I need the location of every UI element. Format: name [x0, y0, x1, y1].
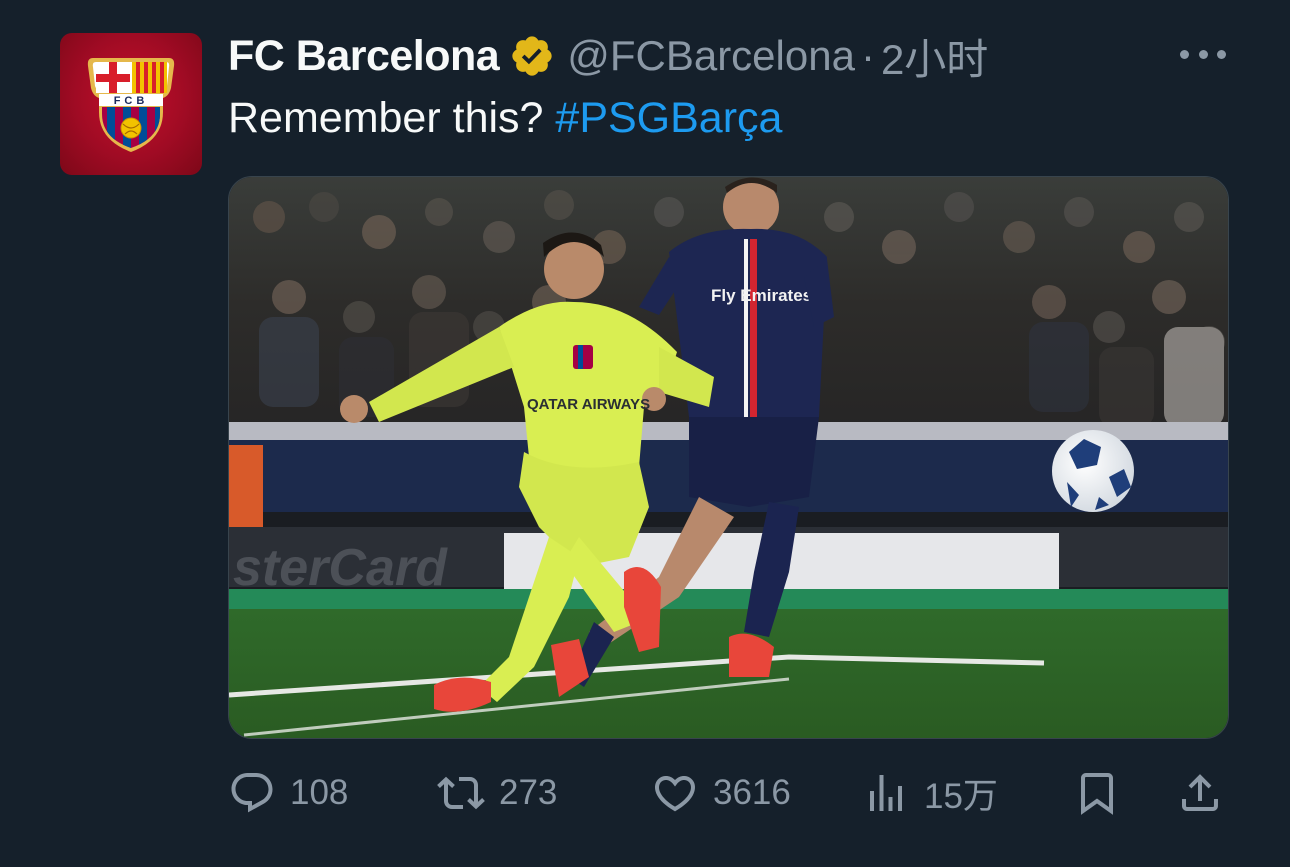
- reply-icon: [231, 773, 273, 813]
- more-dot-icon: [1217, 49, 1226, 59]
- bookmark-button[interactable]: [1073, 762, 1121, 824]
- more-dot-icon: [1180, 49, 1189, 59]
- tweet-body: Remember this?: [228, 94, 556, 142]
- avatar[interactable]: FCB: [60, 33, 202, 175]
- like-button[interactable]: 3616: [651, 762, 791, 824]
- board-text: sterCard: [233, 539, 448, 597]
- reply-count: 108: [290, 773, 349, 812]
- more-dot-icon: [1198, 49, 1208, 59]
- views-count: 15万: [924, 776, 998, 816]
- opponent-sponsor-text: Fly Emirates: [711, 286, 812, 305]
- share-button[interactable]: [1176, 762, 1224, 824]
- tweet-text: Remember this? #PSGBarça: [228, 94, 782, 143]
- tweet-timestamp[interactable]: 2小时: [881, 26, 988, 87]
- separator-dot: ·: [860, 32, 875, 79]
- jersey-sponsor-text: QATAR AIRWAYS: [527, 396, 650, 413]
- tweet-header: FC Barcelona @FCBarcelona · 2小时: [228, 28, 988, 84]
- account-name[interactable]: FC Barcelona: [228, 32, 500, 81]
- more-options-button[interactable]: [1180, 40, 1226, 68]
- share-icon: [1182, 774, 1218, 811]
- bookmark-icon: [1081, 773, 1113, 815]
- fc-barcelona-crest-icon: FCB: [87, 58, 175, 152]
- tweet-action-bar: 108 273 3616 15万: [228, 762, 1228, 824]
- account-handle[interactable]: @FCBarcelona: [567, 32, 855, 80]
- hashtag-link[interactable]: #PSGBarça: [555, 94, 782, 142]
- heart-icon: [654, 776, 696, 812]
- views-icon: [870, 775, 902, 811]
- retweet-icon: [437, 776, 485, 810]
- reply-button[interactable]: 108: [228, 762, 348, 824]
- tweet-card[interactable]: FCB FC Barcelona @FCBarcelona · 2小时 Reme…: [0, 0, 1290, 867]
- crest-text: FCB: [114, 95, 149, 107]
- champions-league-ball: [1052, 430, 1134, 512]
- tweet-photo[interactable]: sterCard Fly Emirates QATAR AIRWAYS: [228, 176, 1229, 739]
- retweet-count: 273: [499, 773, 558, 812]
- verified-badge-icon[interactable]: [509, 33, 555, 79]
- like-count: 3616: [713, 773, 791, 812]
- views-button[interactable]: 15万: [862, 762, 998, 824]
- retweet-button[interactable]: 273: [437, 762, 557, 824]
- photo-football-match: sterCard Fly Emirates QATAR AIRWAYS: [229, 177, 1228, 738]
